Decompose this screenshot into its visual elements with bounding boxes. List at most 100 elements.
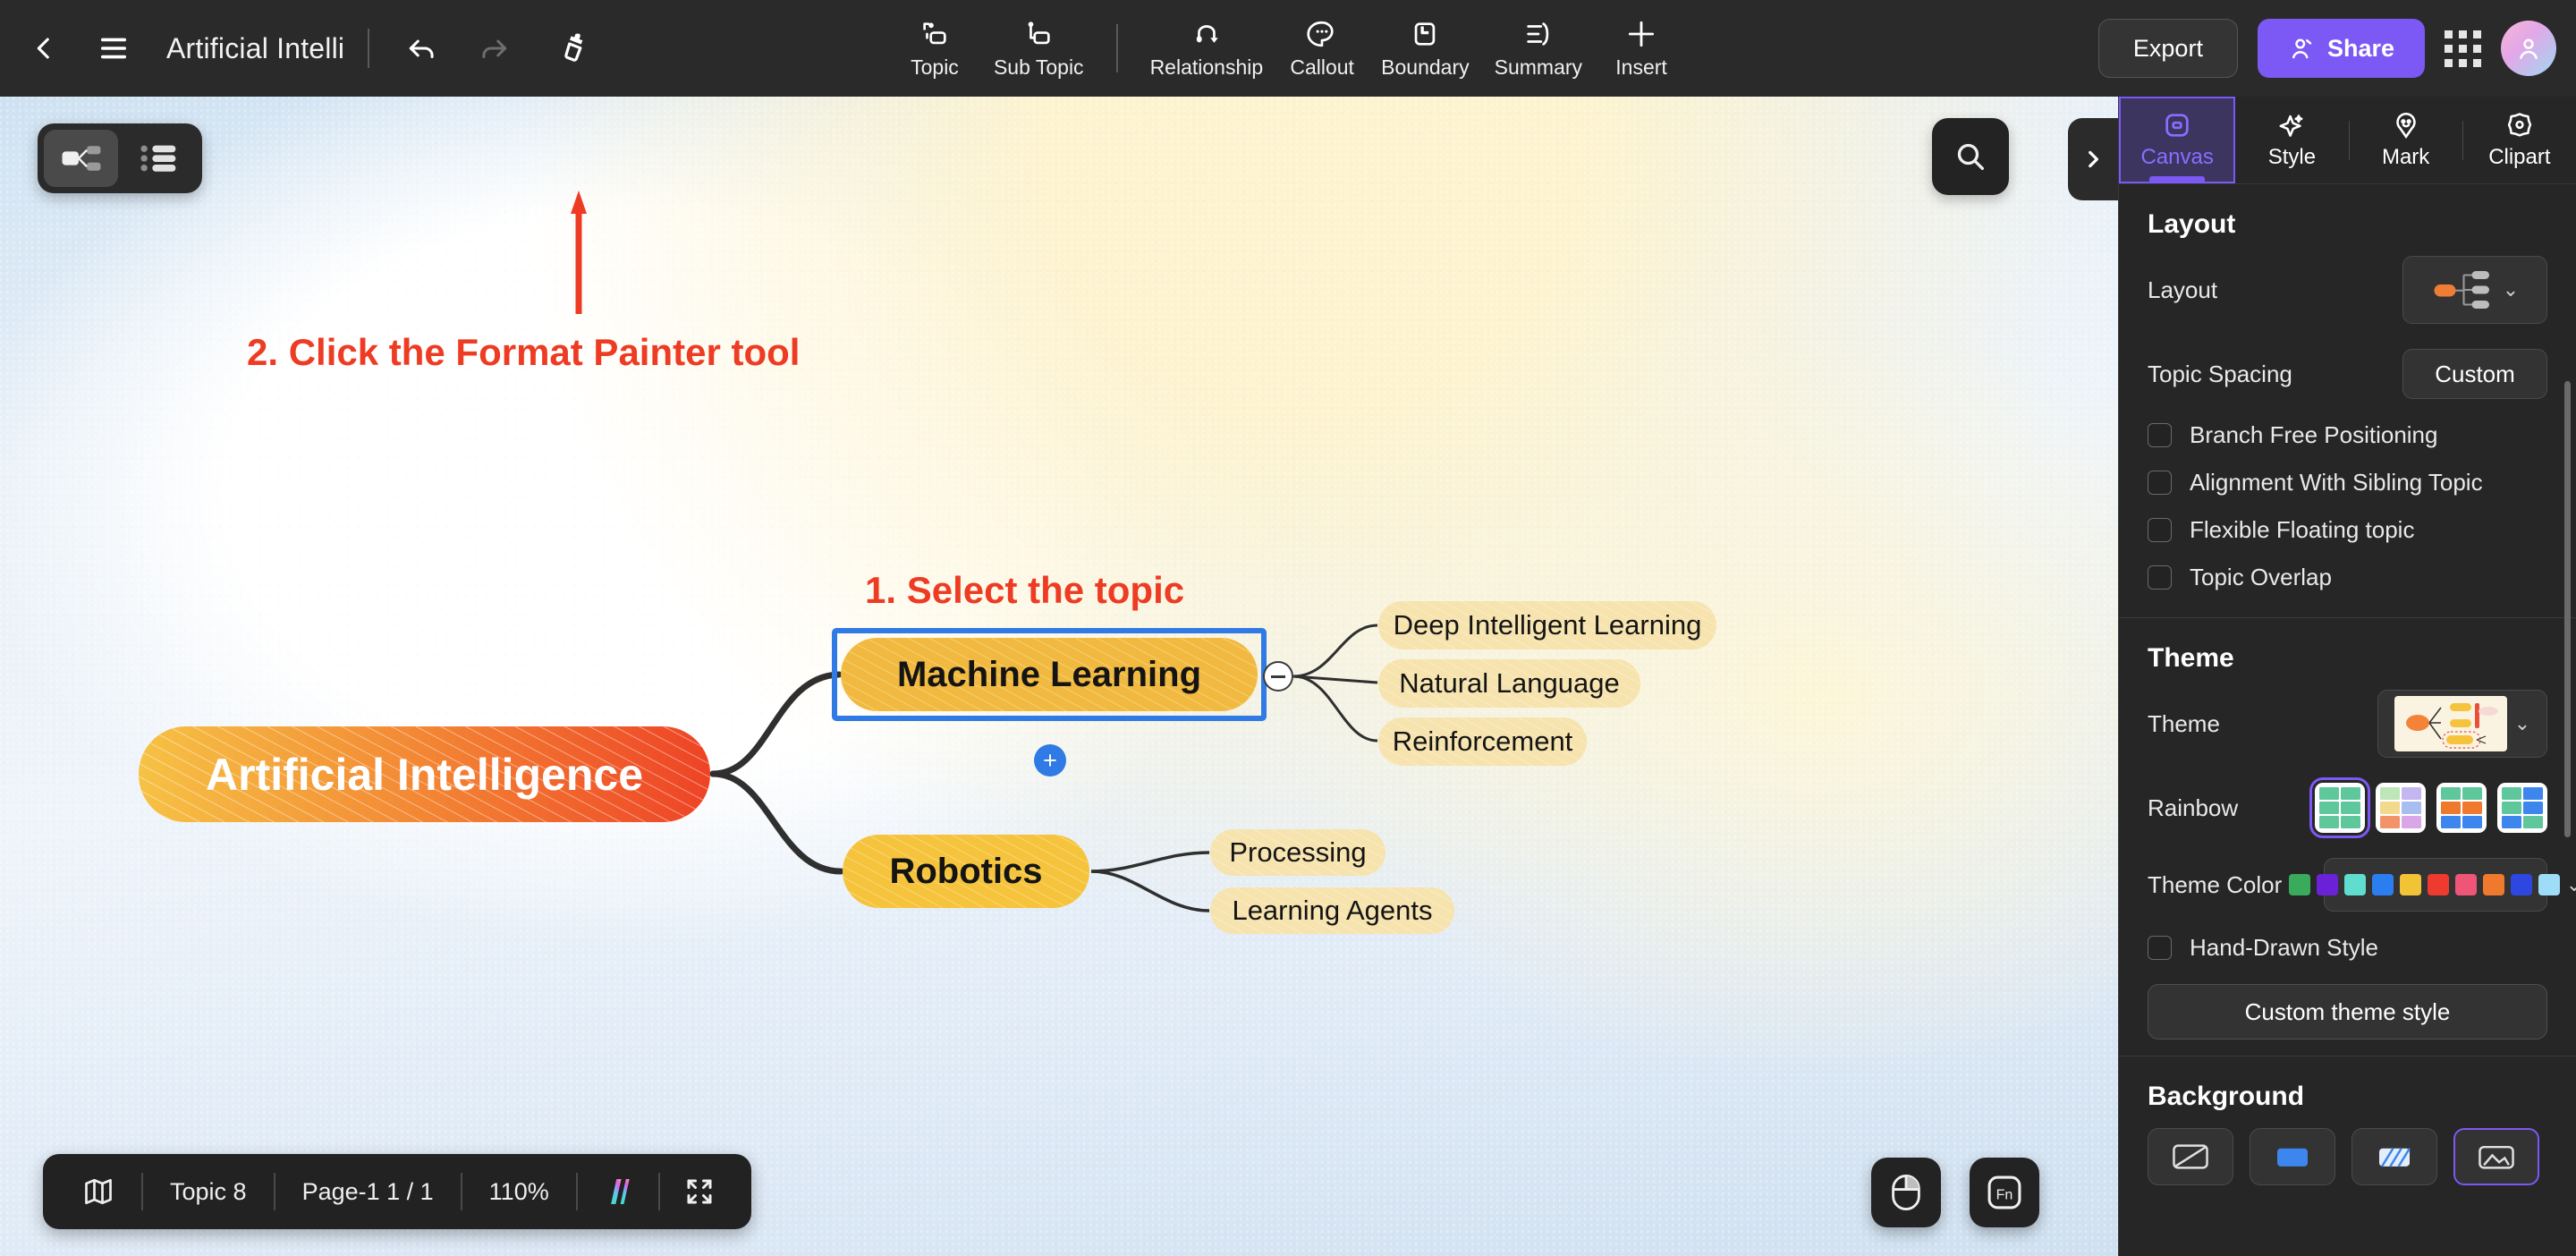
background-option-none[interactable] [2148, 1128, 2233, 1185]
share-button[interactable]: Share [2257, 19, 2425, 78]
page-indicator[interactable]: Page-1 1 / 1 [275, 1154, 461, 1229]
background-option-color[interactable] [2250, 1128, 2335, 1185]
search-icon [1957, 143, 1984, 170]
sparkle-icon [2279, 115, 2303, 137]
redo-button[interactable] [464, 19, 523, 78]
background-section-title: Background [2148, 1082, 2305, 1111]
map-overview-button[interactable] [55, 1154, 141, 1229]
minus-circle-icon [1271, 675, 1285, 678]
tool-boundary[interactable]: Boundary [1368, 7, 1481, 89]
mindmap-node-deep-intelligent-learning[interactable]: Deep Intelligent Learning [1377, 598, 1717, 653]
tool-callout[interactable]: Callout [1275, 7, 1368, 89]
fullscreen-icon [687, 1179, 712, 1204]
layout-select[interactable]: ⌄ [2402, 256, 2547, 324]
chevron-right-icon [2089, 150, 2098, 168]
ai-assistant-button[interactable] [578, 1154, 658, 1229]
theme-color-select[interactable]: ⌄ [2288, 858, 2576, 912]
user-avatar-icon [2520, 38, 2538, 59]
tool-topic[interactable]: Topic [888, 7, 981, 89]
fullscreen-button[interactable] [660, 1154, 739, 1229]
app-grid-icon[interactable] [2445, 30, 2481, 67]
tool-relationship[interactable]: Relationship [1138, 7, 1276, 89]
mindmap-node-reinforcement[interactable]: Reinforcement [1377, 714, 1588, 769]
mindmap-canvas[interactable]: 2. Click the Format Painter tool 1. Sele… [0, 97, 2118, 1256]
document-title[interactable]: Artificial Intelli [166, 32, 344, 65]
checkbox-topic-overlap[interactable]: Topic Overlap [2119, 554, 2576, 601]
view-mode-mindmap[interactable] [44, 130, 118, 187]
tab-canvas[interactable]: Canvas [2119, 97, 2236, 183]
theme-color-swatch [2288, 874, 2310, 895]
tool-summary[interactable]: Summary [1482, 7, 1595, 89]
callout-icon [1307, 17, 1337, 51]
mouse-icon [1892, 1174, 1920, 1211]
processing-label: Processing [1229, 836, 1367, 868]
avatar[interactable] [2501, 21, 2556, 76]
undo-button[interactable] [393, 19, 452, 78]
checkbox-alignment-with-sibling-topic[interactable]: Alignment With Sibling Topic [2119, 459, 2576, 506]
tab-clipart[interactable]: Clipart [2463, 97, 2576, 183]
collapse-children-button[interactable] [1263, 661, 1293, 692]
checkbox-icon[interactable] [2148, 423, 2172, 447]
mindmap-node-natural-language[interactable]: Natural Language [1377, 656, 1641, 711]
checkbox-label: Hand-Drawn Style [2190, 934, 2378, 961]
checkbox-icon[interactable] [2148, 518, 2172, 542]
custom-theme-style-button[interactable]: Custom theme style [2148, 984, 2547, 1040]
robotics-label: Robotics [889, 851, 1043, 891]
tab-style[interactable]: Style [2235, 97, 2348, 183]
mouse-shortcut-button[interactable] [1871, 1158, 1941, 1227]
tool-topic-label: Topic [911, 55, 959, 79]
annotation-step-2: 2. Click the Format Painter tool [247, 331, 801, 373]
panel-collapse-button[interactable] [2068, 118, 2118, 200]
rainbow-option-green-blue[interactable] [2497, 783, 2547, 833]
tool-insert[interactable]: Insert [1595, 7, 1688, 89]
topic-spacing-custom-button[interactable]: Custom [2402, 349, 2547, 399]
background-option-image[interactable] [2453, 1128, 2539, 1185]
theme-select[interactable]: ⌄ [2377, 690, 2547, 758]
zoom-level[interactable]: 110% [462, 1154, 576, 1229]
panel-body: Layout Layout ⌄ Topic Spacing Custom Bra… [2119, 184, 2576, 1256]
rainbow-label: Rainbow [2148, 793, 2239, 821]
format-painter-button[interactable] [547, 19, 606, 78]
rainbow-option-pastel-mix[interactable] [2376, 783, 2426, 833]
add-topic-button[interactable]: + [1034, 744, 1066, 777]
rainbow-option-green-orange-blue[interactable] [2436, 783, 2487, 833]
theme-row: Theme ⌄ [2119, 677, 2576, 770]
fn-shortcut-button[interactable]: Fn [1970, 1158, 2039, 1227]
chevron-down-icon: ⌄ [2502, 278, 2520, 301]
selection-highlight-box [832, 628, 1267, 721]
panel-scrollbar[interactable] [2564, 381, 2571, 837]
view-mode-outline[interactable] [122, 130, 196, 187]
theme-color-swatch [2482, 874, 2504, 895]
top-toolbar: Artificial Intelli Topic Sub Topic Relat… [0, 0, 2576, 97]
share-label: Share [2326, 34, 2394, 62]
mindmap-node-robotics[interactable]: Robotics [841, 832, 1091, 911]
view-mode-toggle[interactable] [38, 123, 202, 193]
topic-spacing-label: Topic Spacing [2148, 360, 2292, 387]
tab-style-label: Style [2267, 145, 2317, 169]
checkbox-label: Flexible Floating topic [2190, 516, 2415, 543]
rainbow-option-all-green[interactable] [2309, 777, 2370, 838]
tab-mark[interactable]: Mark [2350, 97, 2462, 183]
top-right-actions: Export Share [2097, 0, 2556, 97]
checkbox-icon[interactable] [2148, 471, 2172, 495]
tool-sub-topic[interactable]: Sub Topic [981, 7, 1097, 89]
search-button[interactable] [1932, 118, 2009, 195]
mindmap-root-node[interactable]: Artificial Intelligence [136, 723, 713, 826]
mindmap-node-processing[interactable]: Processing [1209, 827, 1386, 878]
theme-color-label: Theme Color [2148, 870, 2283, 898]
mindmap-node-learning-agents[interactable]: Learning Agents [1209, 885, 1455, 937]
checkbox-icon[interactable] [2148, 936, 2172, 960]
back-button[interactable] [14, 19, 73, 78]
export-button[interactable]: Export [2097, 19, 2238, 78]
checkbox-flexible-floating-topic[interactable]: Flexible Floating topic [2119, 506, 2576, 554]
background-option-pattern[interactable] [2351, 1128, 2437, 1185]
checkbox-branch-free-positioning[interactable]: Branch Free Positioning [2119, 412, 2576, 459]
root-node-label: Artificial Intelligence [205, 749, 643, 800]
divider [1115, 24, 1118, 72]
checkbox-label: Alignment With Sibling Topic [2190, 469, 2483, 496]
rainbow-row: Rainbow [2119, 770, 2576, 845]
checkbox-hand-drawn-style[interactable]: Hand-Drawn Style [2119, 924, 2576, 972]
checkbox-icon[interactable] [2148, 565, 2172, 590]
theme-color-swatch [2454, 874, 2477, 895]
main-menu-button[interactable] [84, 19, 143, 78]
